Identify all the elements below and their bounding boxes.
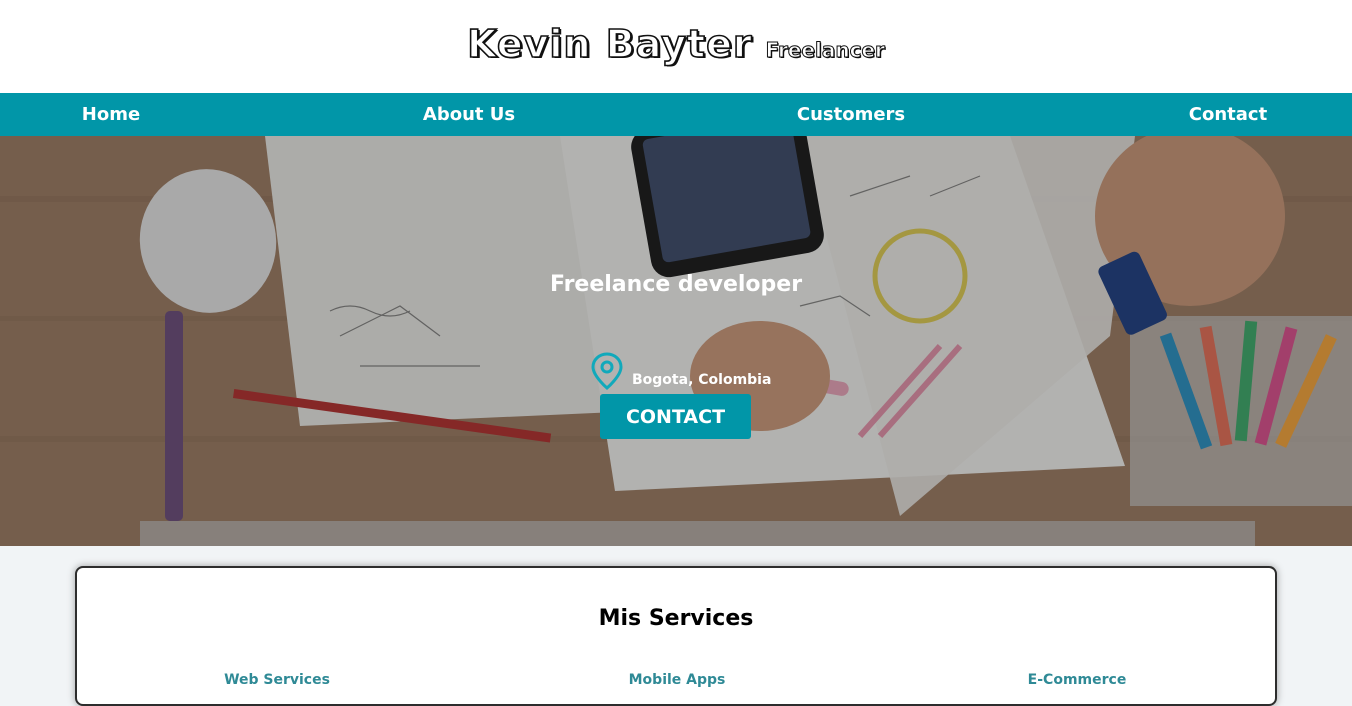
services-card: Mis Services Web Services Mobile Apps E-… — [75, 566, 1277, 706]
hero-title: Freelance developer — [549, 272, 803, 297]
nav-about-us[interactable]: About Us — [423, 93, 515, 136]
contact-button[interactable]: CONTACT — [600, 394, 751, 439]
map-pin-icon — [591, 352, 623, 390]
site-header: Kevin Bayter Freelancer — [0, 0, 1352, 93]
location: Bogota, Colombia — [590, 350, 771, 390]
service-mobile: Mobile Apps — [628, 672, 726, 688]
nav-home[interactable]: Home — [82, 93, 140, 136]
services-title: Mis Services — [598, 606, 754, 631]
nav-contact[interactable]: Contact — [1189, 93, 1267, 136]
nav-customers[interactable]: Customers — [797, 93, 905, 136]
brand-role: Freelancer — [765, 38, 885, 63]
brand-name: Kevin Bayter — [466, 21, 753, 67]
location-text: Bogota, Colombia — [632, 372, 772, 388]
service-ecommerce: E-Commerce — [1027, 672, 1127, 688]
hero-overlay — [0, 136, 1352, 546]
service-web: Web Services — [224, 672, 330, 688]
hero-section: Freelance developer Bogota, Colombia CON… — [0, 136, 1352, 546]
brand: Kevin Bayter Freelancer — [0, 21, 1352, 67]
main-nav: Home About Us Customers Contact — [0, 93, 1352, 136]
